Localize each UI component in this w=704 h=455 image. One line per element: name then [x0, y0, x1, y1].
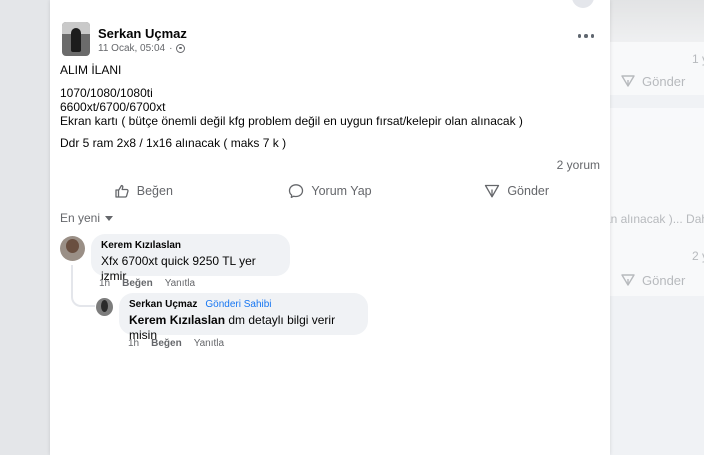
send-icon [621, 75, 635, 87]
post-header: Serkan Uçmaz 11 Ocak, 05:04 · [62, 22, 187, 56]
reply-bubble: Serkan Uçmaz Gönderi Sahibi Kerem Kızıla… [119, 293, 368, 342]
send-icon [621, 274, 635, 286]
comment-label: Yorum Yap [311, 184, 372, 198]
post-timestamp[interactable]: 11 Ocak, 05:04 [98, 43, 165, 54]
post-line: Ddr 5 ram 2x8 / 1x16 alınacak ( maks 7 k… [60, 136, 287, 150]
author-avatar[interactable] [62, 22, 90, 56]
background-count: 2 y [692, 249, 704, 263]
post-line: 1070/1080/1080ti [60, 86, 153, 100]
post-line: 6600xt/6700/6700xt [60, 100, 166, 114]
background-send-label: Gönder [642, 73, 686, 89]
replier-avatar[interactable] [96, 298, 113, 316]
comment-reply-button[interactable]: Yanıtla [165, 278, 195, 289]
author-name[interactable]: Serkan Uçmaz [98, 25, 187, 42]
commenter-avatar[interactable] [60, 236, 85, 261]
post-line: ALIM İLANI [60, 63, 122, 77]
like-icon [115, 184, 129, 198]
comment-bubble: Kerem Kızılaslan Xfx 6700xt quick 9250 T… [91, 234, 290, 283]
like-label: Beğen [136, 184, 173, 198]
send-button[interactable]: Gönder [423, 178, 610, 204]
background-send-label: Gönder [642, 272, 686, 288]
comment-button[interactable]: Yorum Yap [237, 178, 424, 204]
thread-line [71, 265, 95, 307]
send-label: Gönder [507, 184, 550, 198]
comment-like-button[interactable]: Beğen [122, 278, 153, 289]
more-options-button[interactable] [576, 28, 596, 44]
send-icon [485, 184, 500, 198]
post-card: Serkan Uçmaz 11 Ocak, 05:04 · ALIM İLANI… [50, 0, 610, 455]
author-badge: Gönderi Sahibi [205, 299, 272, 310]
globe-icon [176, 43, 186, 53]
post-body: ALIM İLANI 1070/1080/1080ti 6600xt/6700/… [60, 63, 600, 150]
action-bar: Beğen Yorum Yap Gönder [50, 178, 610, 204]
sort-dropdown[interactable]: En yeni [60, 211, 114, 225]
sort-label: En yeni [60, 211, 101, 225]
comment-time[interactable]: 1h [99, 278, 110, 289]
reply-time[interactable]: 1h [128, 338, 139, 349]
comment-count[interactable]: 2 yorum [557, 158, 600, 172]
reply-meta: 1h Beğen Yanıtla [128, 338, 224, 349]
mention-link[interactable]: Kerem Kızılaslan [129, 313, 225, 327]
background-snippet: an alınacak )... Dah [604, 212, 704, 226]
sort-caret-icon [105, 215, 114, 221]
background-count: 1 y [692, 52, 704, 66]
reply-author[interactable]: Serkan Uçmaz [129, 299, 197, 310]
comment-meta: 1h Beğen Yanıtla [99, 278, 195, 289]
background-send-button: Gönder [620, 73, 685, 89]
reply-like-button[interactable]: Beğen [151, 338, 182, 349]
post-line: Ekran kartı ( bütçe önemli değil kfg pro… [60, 114, 523, 128]
reply-reply-button[interactable]: Yanıtla [194, 338, 224, 349]
comment-icon [289, 184, 304, 199]
background-send-button: Gönder [620, 272, 685, 288]
more-icon [577, 34, 582, 38]
like-button[interactable]: Beğen [50, 178, 237, 204]
close-button[interactable] [572, 0, 594, 8]
comment-author[interactable]: Kerem Kızılaslan [101, 240, 181, 251]
